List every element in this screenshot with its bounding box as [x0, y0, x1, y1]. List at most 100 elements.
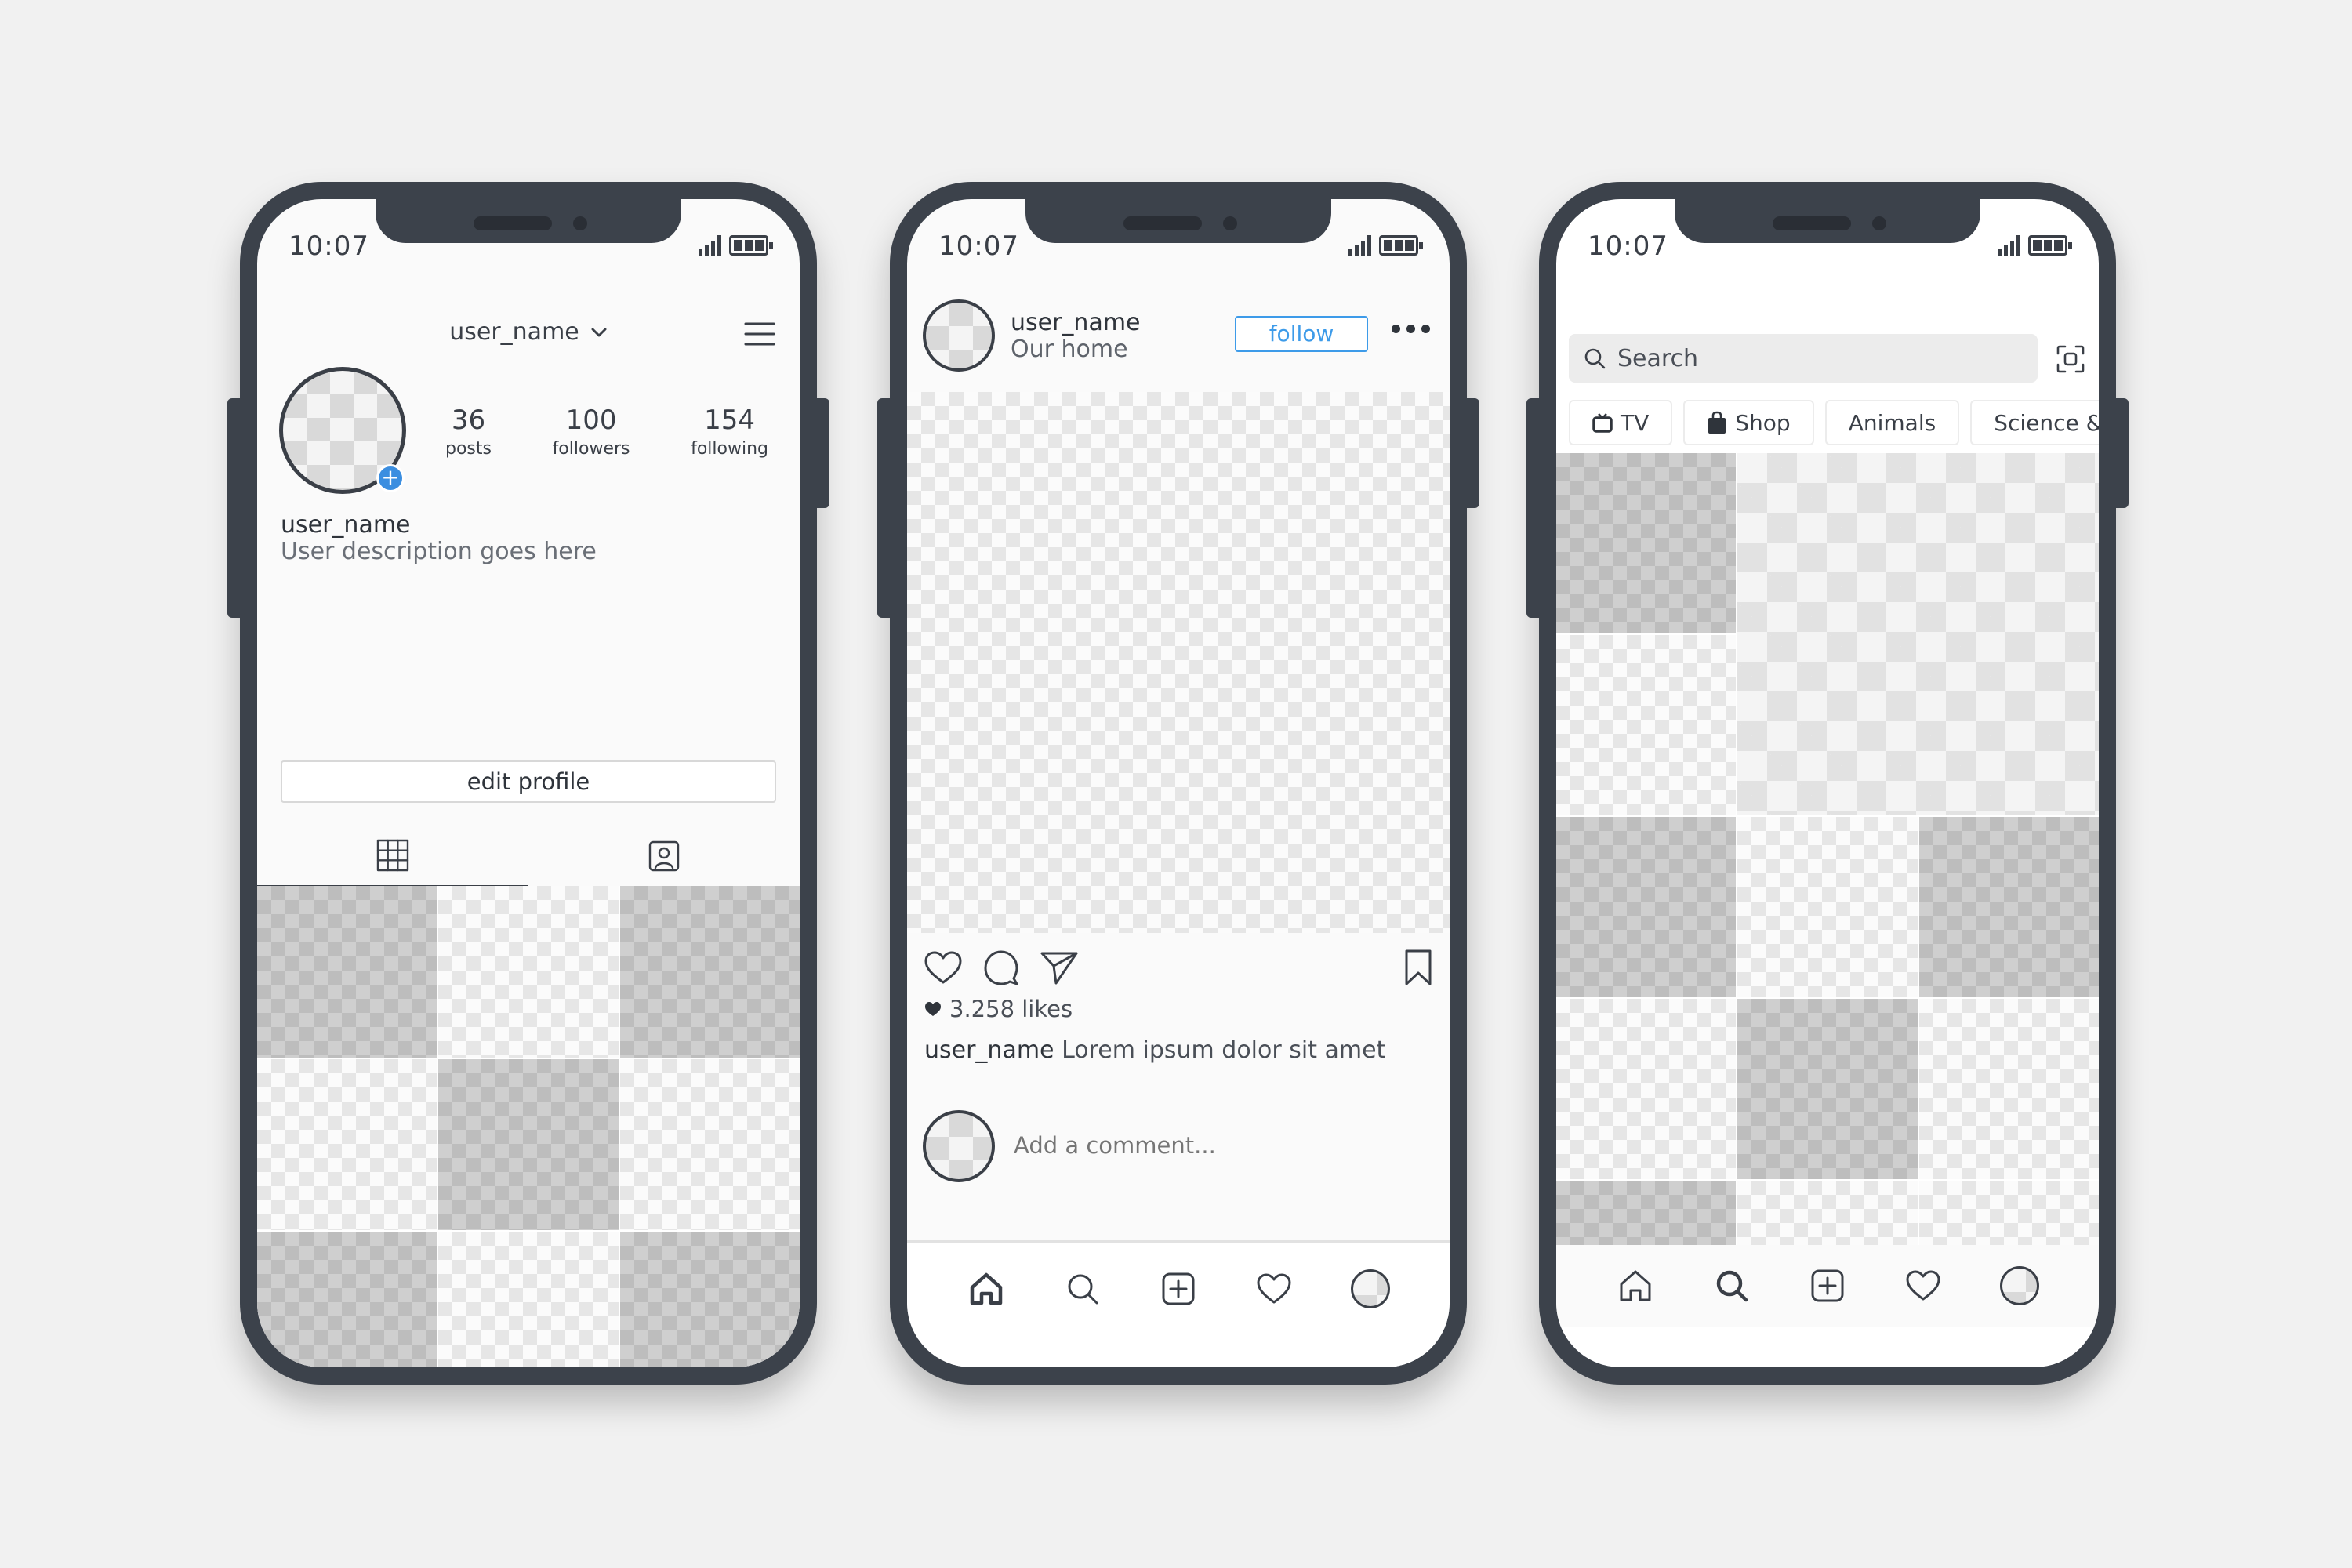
phone-post-screen: 10:07 user_name Our home follow 3.258 li…: [877, 182, 1479, 1385]
tagged-icon: [648, 840, 680, 872]
home-icon[interactable]: [964, 1267, 1008, 1311]
caption-username[interactable]: user_name: [924, 1036, 1054, 1064]
phone-power-button: [812, 398, 829, 508]
post-location[interactable]: Our home: [1011, 336, 1128, 363]
add-story-icon[interactable]: +: [376, 464, 405, 492]
comment-icon[interactable]: [982, 949, 1020, 986]
add-post-icon[interactable]: [1806, 1264, 1849, 1308]
scan-qr-icon[interactable]: [2055, 343, 2086, 378]
comment-input[interactable]: [1014, 1132, 1327, 1159]
grid-icon: [376, 839, 409, 871]
post-thumbnail[interactable]: [257, 1232, 437, 1367]
add-post-icon[interactable]: [1156, 1267, 1200, 1311]
profile-avatar[interactable]: [1348, 1267, 1392, 1311]
post-author-username[interactable]: user_name: [1011, 309, 1141, 336]
activity-heart-icon[interactable]: [1252, 1267, 1296, 1311]
explore-tile[interactable]: [1556, 1181, 1737, 1247]
search-input[interactable]: [1617, 344, 1994, 372]
home-icon[interactable]: [1613, 1264, 1657, 1308]
profile-name: user_name: [281, 511, 411, 539]
chip-label: Science & tec: [1994, 409, 2099, 436]
explore-tile[interactable]: [1918, 817, 2099, 997]
chip-animals[interactable]: Animals: [1824, 400, 1960, 445]
battery-icon: [729, 235, 773, 256]
stat-label: posts: [445, 439, 492, 459]
stat-value: 154: [704, 405, 755, 436]
chip-label: TV: [1621, 409, 1650, 436]
chip-shop[interactable]: Shop: [1683, 400, 1814, 445]
post-thumbnail[interactable]: [257, 1058, 437, 1231]
like-heart-icon[interactable]: [923, 949, 964, 986]
header-username: user_name: [449, 318, 579, 346]
share-send-icon[interactable]: [1039, 949, 1080, 986]
tab-tagged[interactable]: [528, 825, 800, 887]
chip-science[interactable]: Science & tec: [1970, 400, 2099, 445]
bottom-nav: [1556, 1247, 2099, 1325]
phone-side-button: [227, 398, 245, 618]
chip-label: Shop: [1735, 409, 1791, 436]
search-icon: [1584, 348, 1606, 369]
profile-tabs: [257, 825, 800, 887]
post-thumbnail[interactable]: [438, 1058, 619, 1231]
stat-value: 36: [451, 405, 486, 436]
explore-tile[interactable]: [1737, 1181, 1918, 1247]
stat-following[interactable]: 154 following: [691, 405, 768, 459]
follow-button[interactable]: follow: [1235, 316, 1368, 352]
post-thumbnail[interactable]: [619, 1232, 800, 1367]
stat-followers[interactable]: 100 followers: [553, 405, 630, 459]
search-bar[interactable]: [1569, 334, 2038, 383]
chevron-down-icon: [591, 328, 607, 336]
status-icons: [699, 235, 773, 256]
notch: [1675, 199, 1980, 243]
signal-icon: [699, 235, 721, 256]
stat-posts[interactable]: 36 posts: [445, 405, 492, 459]
explore-screen: 10:07 TV Shop Animals Science: [1556, 199, 2099, 1367]
caption-text: Lorem ipsum dolor sit amet: [1062, 1036, 1386, 1064]
activity-heart-icon[interactable]: [1901, 1264, 1945, 1308]
post-thumbnail[interactable]: [619, 886, 800, 1058]
explore-tile[interactable]: [1556, 453, 1737, 633]
explore-tile[interactable]: [1556, 635, 1737, 815]
post-caption: user_name Lorem ipsum dolor sit amet: [924, 1036, 1385, 1064]
post-thumbnail[interactable]: [619, 1058, 800, 1231]
post-author-avatar[interactable]: [923, 299, 995, 372]
shopping-bag-icon: [1708, 411, 1726, 434]
commenter-avatar: [923, 1110, 995, 1182]
post-image[interactable]: [907, 392, 1450, 933]
more-options-icon[interactable]: [1392, 325, 1430, 333]
explore-tile[interactable]: [1918, 1181, 2099, 1247]
explore-tile-large[interactable]: [1737, 453, 2099, 815]
explore-tile[interactable]: [1556, 817, 1737, 997]
explore-tile[interactable]: [1918, 999, 2099, 1179]
phone-side-button: [1526, 398, 1544, 618]
battery-icon: [1379, 235, 1423, 256]
phone-power-button: [1462, 398, 1479, 508]
phone-power-button: [2111, 398, 2129, 508]
post-screen: 10:07 user_name Our home follow 3.258 li…: [907, 199, 1450, 1367]
signal-icon: [1348, 235, 1371, 256]
status-icons: [1998, 235, 2072, 256]
post-actions: [923, 944, 1434, 991]
chip-tv[interactable]: TV: [1569, 400, 1673, 445]
post-thumbnail[interactable]: [257, 886, 437, 1058]
bookmark-icon[interactable]: [1403, 948, 1434, 987]
edit-profile-button[interactable]: edit profile: [281, 760, 776, 803]
profile-avatar[interactable]: [1998, 1264, 2042, 1308]
search-icon[interactable]: [1710, 1264, 1754, 1308]
explore-tile[interactable]: [1556, 999, 1737, 1179]
likes-count[interactable]: 3.258 likes: [924, 996, 1073, 1022]
account-switcher[interactable]: user_name: [257, 318, 800, 346]
category-chips: TV Shop Animals Science & tec: [1569, 400, 2099, 447]
hamburger-menu-icon[interactable]: [743, 321, 776, 350]
tv-icon: [1592, 413, 1613, 433]
notch: [1025, 199, 1331, 243]
profile-stats: 36 posts 100 followers 154 following: [445, 405, 768, 459]
tab-grid[interactable]: [257, 825, 528, 887]
post-thumbnail[interactable]: [438, 1232, 619, 1367]
explore-tile[interactable]: [1737, 999, 1918, 1179]
post-thumbnail[interactable]: [438, 886, 619, 1058]
status-time: 10:07: [1588, 230, 1668, 262]
search-icon[interactable]: [1061, 1267, 1105, 1311]
explore-grid: [1556, 453, 2099, 1247]
explore-tile[interactable]: [1737, 817, 1918, 997]
